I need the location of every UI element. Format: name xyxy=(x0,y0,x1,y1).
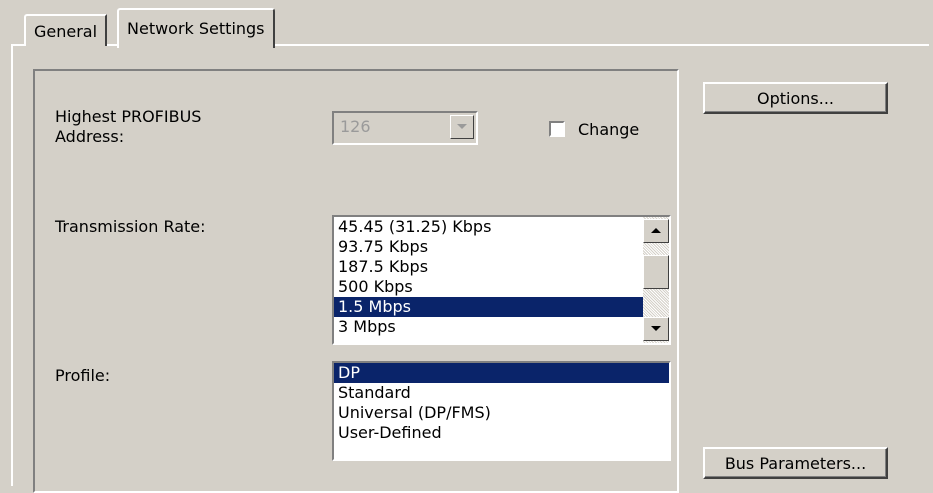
list-item[interactable]: 3 Mbps xyxy=(334,317,669,337)
list-item[interactable]: Standard xyxy=(334,383,669,403)
highest-address-label-line2: Address: xyxy=(55,127,125,146)
options-button[interactable]: Options... xyxy=(703,82,888,114)
profile-label: Profile: xyxy=(55,366,111,385)
highest-address-value: 126 xyxy=(340,117,371,136)
change-checkbox[interactable] xyxy=(549,121,565,137)
change-checkbox-label[interactable]: Change xyxy=(578,120,639,140)
chevron-down-icon[interactable] xyxy=(450,115,474,139)
list-item[interactable]: 45.45 (31.25) Kbps xyxy=(334,217,669,237)
list-item[interactable]: Universal (DP/FMS) xyxy=(334,403,669,423)
list-item[interactable]: User-Defined xyxy=(334,423,669,443)
list-item[interactable]: 93.75 Kbps xyxy=(334,237,669,257)
tab-general-label: General xyxy=(34,22,98,41)
highest-address-combobox[interactable]: 126 xyxy=(332,111,478,145)
list-item-selected[interactable]: DP xyxy=(334,363,669,383)
scroll-up-icon[interactable] xyxy=(643,219,669,243)
scroll-down-icon[interactable] xyxy=(643,317,669,341)
vertical-scrollbar[interactable] xyxy=(643,217,669,343)
list-item[interactable]: 500 Kbps xyxy=(334,277,669,297)
tab-network-settings-label: Network Settings xyxy=(127,19,265,38)
scrollbar-thumb[interactable] xyxy=(643,255,669,289)
profile-listbox[interactable]: DP Standard Universal (DP/FMS) User-Defi… xyxy=(332,361,671,461)
tab-general[interactable]: General xyxy=(24,14,108,46)
tab-network-settings[interactable]: Network Settings xyxy=(117,8,275,48)
list-item[interactable]: 187.5 Kbps xyxy=(334,257,669,277)
transmission-rate-label: Transmission Rate: xyxy=(55,217,206,236)
list-item-selected[interactable]: 1.5 Mbps xyxy=(334,297,669,317)
transmission-rate-listbox[interactable]: 45.45 (31.25) Kbps 93.75 Kbps 187.5 Kbps… xyxy=(332,215,671,345)
highest-address-label-line1: Highest PROFIBUS xyxy=(55,107,202,126)
bus-parameters-button[interactable]: Bus Parameters... xyxy=(703,447,888,479)
highest-address-label: Highest PROFIBUS Address: xyxy=(55,107,201,147)
